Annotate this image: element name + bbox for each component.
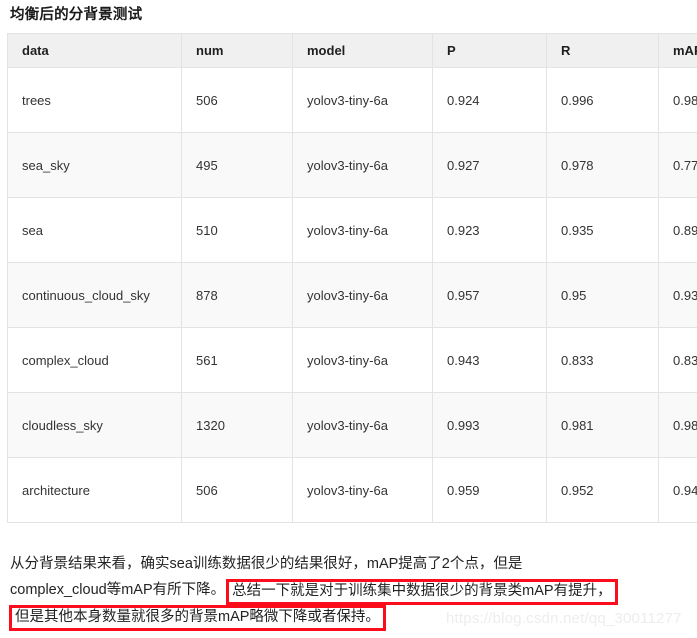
- cell-r: 0.935: [546, 197, 659, 263]
- cell-map: 0.981: [658, 67, 697, 133]
- cell-p: 0.923: [432, 197, 547, 263]
- column-header-p[interactable]: P: [432, 33, 547, 68]
- cell-model: yolov3-tiny-6a: [292, 197, 433, 263]
- cell-map: 0.831: [658, 327, 697, 393]
- cell-p: 0.957: [432, 262, 547, 328]
- cell-r: 0.981: [546, 392, 659, 458]
- cell-map: 0.941: [658, 457, 697, 523]
- page-root: 均衡后的分背景测试 data num model P R mAP F1 tree…: [0, 0, 697, 638]
- cell-r: 0.833: [546, 327, 659, 393]
- cell-num: 506: [181, 457, 293, 523]
- column-header-model[interactable]: model: [292, 33, 433, 68]
- cell-data: complex_cloud: [7, 327, 182, 393]
- csdn-watermark: https://blog.csdn.net/qq_30011277: [446, 610, 682, 627]
- column-header-num[interactable]: num: [181, 33, 293, 68]
- table-body: trees 506 yolov3-tiny-6a 0.924 0.996 0.9…: [7, 67, 697, 523]
- highlight-box-1: 总结一下就是对于训练集中数据很少的背景类mAP有提升，: [226, 579, 618, 605]
- cell-p: 0.924: [432, 67, 547, 133]
- cell-model: yolov3-tiny-6a: [292, 262, 433, 328]
- cell-r: 0.996: [546, 67, 659, 133]
- table-row: sea 510 yolov3-tiny-6a 0.923 0.935 0.893…: [7, 197, 697, 263]
- page-title: 均衡后的分背景测试: [10, 7, 143, 23]
- cell-model: yolov3-tiny-6a: [292, 457, 433, 523]
- cell-data: continuous_cloud_sky: [7, 262, 182, 328]
- cell-num: 878: [181, 262, 293, 328]
- table-head: data num model P R mAP F1: [7, 33, 697, 68]
- cell-model: yolov3-tiny-6a: [292, 392, 433, 458]
- cell-num: 510: [181, 197, 293, 263]
- cell-r: 0.952: [546, 457, 659, 523]
- column-header-r[interactable]: R: [546, 33, 659, 68]
- table-row: cloudless_sky 1320 yolov3-tiny-6a 0.993 …: [7, 392, 697, 458]
- column-header-map[interactable]: mAP: [658, 33, 697, 68]
- cell-map: 0.984: [658, 392, 697, 458]
- highlight-box-2: 但是其他本身数量就很多的背景mAP略微下降或者保持。: [9, 605, 386, 631]
- cell-num: 561: [181, 327, 293, 393]
- cell-p: 0.993: [432, 392, 547, 458]
- cell-p: 0.959: [432, 457, 547, 523]
- table-row: trees 506 yolov3-tiny-6a 0.924 0.996 0.9…: [7, 67, 697, 133]
- results-table-container: data num model P R mAP F1 trees 506 yolo…: [7, 33, 697, 523]
- cell-map: 0.771: [658, 132, 697, 198]
- conclusion-line-1: 从分背景结果来看，确实sea训练数据很少的结果很好，mAP提高了2个点，但是: [10, 551, 690, 577]
- cell-model: yolov3-tiny-6a: [292, 132, 433, 198]
- conclusion-line-2: complex_cloud等mAP有所下降。 总结一下就是对于训练集中数据很少的背…: [10, 577, 690, 605]
- cell-p: 0.927: [432, 132, 547, 198]
- cell-data: trees: [7, 67, 182, 133]
- cell-num: 506: [181, 67, 293, 133]
- column-header-data[interactable]: data: [7, 33, 182, 68]
- cell-model: yolov3-tiny-6a: [292, 327, 433, 393]
- cell-p: 0.943: [432, 327, 547, 393]
- cell-num: 495: [181, 132, 293, 198]
- table-row: architecture 506 yolov3-tiny-6a 0.959 0.…: [7, 457, 697, 523]
- cell-map: 0.933: [658, 262, 697, 328]
- cell-map: 0.893: [658, 197, 697, 263]
- cell-r: 0.978: [546, 132, 659, 198]
- cell-data: sea_sky: [7, 132, 182, 198]
- cell-model: yolov3-tiny-6a: [292, 67, 433, 133]
- results-table: data num model P R mAP F1 trees 506 yolo…: [7, 33, 697, 523]
- table-row: continuous_cloud_sky 878 yolov3-tiny-6a …: [7, 262, 697, 328]
- cell-r: 0.95: [546, 262, 659, 328]
- table-header-row: data num model P R mAP F1: [7, 33, 697, 68]
- conclusion-line-2-plain-text: complex_cloud等mAP有所下降。: [10, 582, 226, 598]
- table-row: sea_sky 495 yolov3-tiny-6a 0.927 0.978 0…: [7, 132, 697, 198]
- cell-num: 1320: [181, 392, 293, 458]
- cell-data: cloudless_sky: [7, 392, 182, 458]
- cell-data: architecture: [7, 457, 182, 523]
- cell-data: sea: [7, 197, 182, 263]
- table-row: complex_cloud 561 yolov3-tiny-6a 0.943 0…: [7, 327, 697, 393]
- conclusion-line-1-text: 从分背景结果来看，确实sea训练数据很少的结果很好，mAP提高了2个点，但是: [10, 556, 523, 572]
